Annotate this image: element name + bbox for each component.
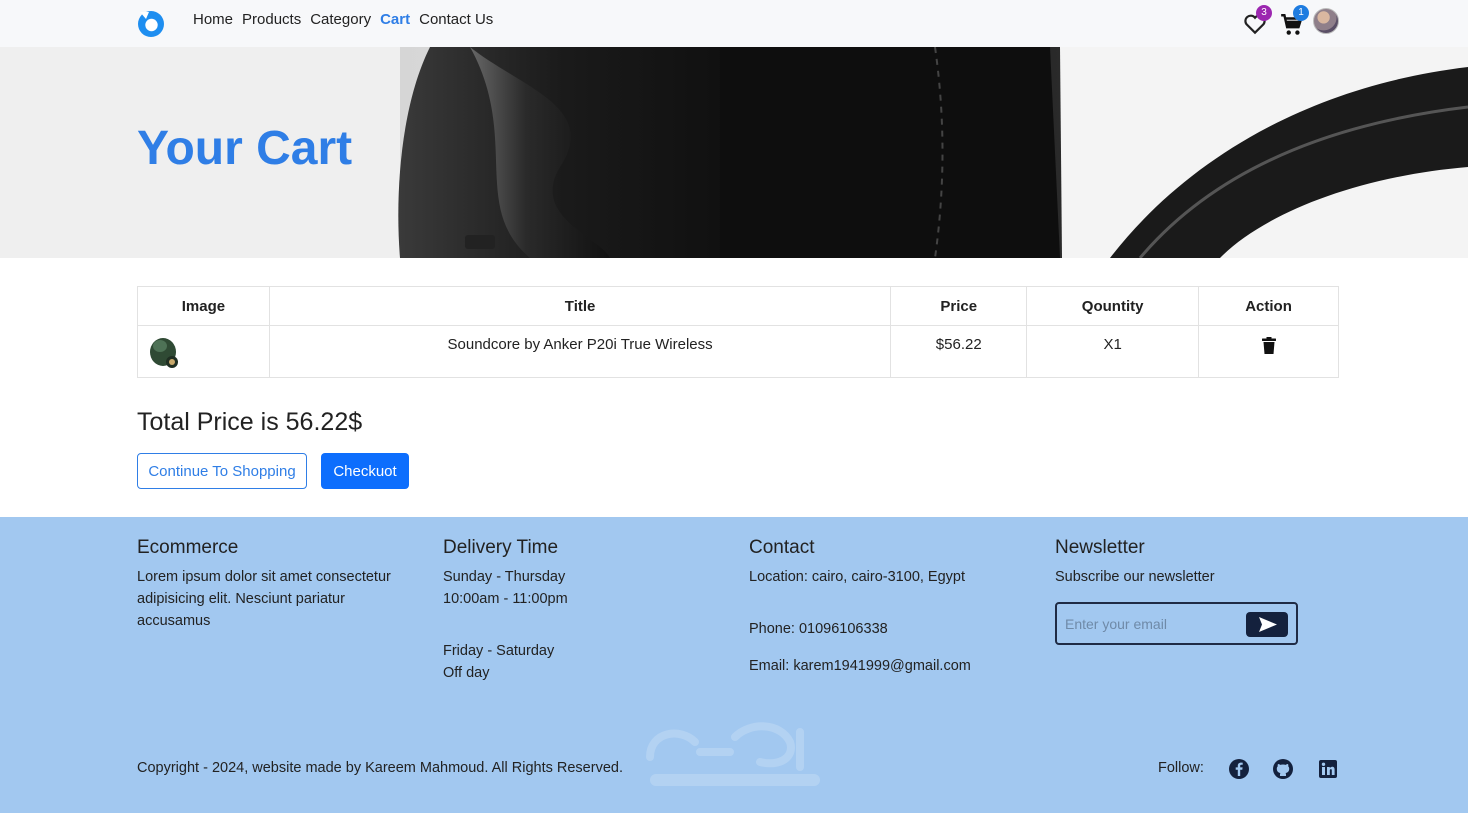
footer-delivery-title: Delivery Time	[443, 537, 559, 558]
nav-icons: 3 1	[1242, 5, 1342, 42]
header-quantity: Qountity	[1026, 286, 1200, 326]
footer-delivery: Delivery Time Sunday - Thursday 10:00am …	[443, 537, 703, 684]
footer-newsletter-title: Newsletter	[1055, 537, 1145, 558]
newsletter-send-button[interactable]	[1246, 612, 1288, 637]
header-price: Price	[890, 286, 1028, 326]
newsletter-email-input[interactable]	[1065, 613, 1235, 635]
checkout-button[interactable]: Checkuot	[321, 453, 409, 489]
follow-label: Follow:	[1158, 760, 1204, 776]
product-image-cell	[137, 325, 270, 378]
copyright-text: Copyright - 2024, website made by Kareem…	[137, 760, 623, 776]
contact-location: Location: cairo, cairo-3100, Egypt	[749, 569, 966, 585]
delivery-days-weekday: Sunday - Thursday	[443, 569, 566, 585]
nav-contact-us[interactable]: Contact Us	[419, 11, 493, 28]
github-icon[interactable]	[1272, 758, 1294, 780]
linkedin-icon[interactable]	[1317, 758, 1339, 780]
trash-icon[interactable]	[1261, 337, 1276, 354]
page-title: Your Cart	[137, 122, 353, 175]
delivery-hours-weekday: 10:00am - 11:00pm	[443, 591, 568, 607]
watermark-logo	[646, 722, 820, 786]
nav-cart[interactable]: Cart	[380, 11, 410, 28]
contact-phone: Phone: 01096106338	[749, 621, 888, 637]
delivery-hours-weekend: Off day	[443, 665, 490, 681]
table-row: Soundcore by Anker P20i True Wireless $5…	[137, 325, 1339, 378]
nav-products[interactable]: Products	[242, 11, 301, 28]
product-quantity: X1	[1026, 325, 1200, 378]
footer-contact-title: Contact	[749, 537, 815, 558]
avatar[interactable]	[1313, 8, 1339, 34]
delivery-days-weekend: Friday - Saturday	[443, 643, 555, 659]
nav-category[interactable]: Category	[310, 11, 371, 28]
nav-home[interactable]: Home	[193, 11, 233, 28]
product-price: $56.22	[890, 325, 1028, 378]
footer-about-text: Lorem ipsum dolor sit amet consectetur a…	[137, 569, 391, 629]
facebook-icon[interactable]	[1228, 758, 1250, 780]
total-price: Total Price is 56.22$	[137, 408, 363, 436]
newsletter-subtitle: Subscribe our newsletter	[1055, 569, 1215, 585]
footer-newsletter: Newsletter Subscribe our newsletter	[1055, 537, 1315, 588]
header-action: Action	[1198, 286, 1339, 326]
cart-badge: 1	[1293, 5, 1309, 21]
table-header-row: Image Title Price Qountity Action	[137, 286, 1339, 326]
footer-about: Ecommerce Lorem ipsum dolor sit amet con…	[137, 537, 412, 632]
logo-icon[interactable]	[136, 8, 166, 38]
product-title: Soundcore by Anker P20i True Wireless	[268, 325, 892, 378]
navbar: Home Products Category Cart Contact Us 3…	[0, 0, 1468, 47]
wishlist-badge: 3	[1256, 5, 1272, 21]
contact-email: Email: karem1941999@gmail.com	[749, 658, 971, 674]
newsletter-form	[1055, 602, 1298, 645]
continue-shopping-button[interactable]: Continue To Shopping	[137, 453, 307, 489]
footer: Ecommerce Lorem ipsum dolor sit amet con…	[0, 517, 1468, 813]
footer-about-title: Ecommerce	[137, 537, 239, 558]
product-image	[150, 338, 178, 368]
nav-links: Home Products Category Cart Contact Us	[193, 11, 502, 28]
send-icon	[1259, 617, 1277, 632]
action-cell	[1198, 325, 1339, 378]
hero-banner: Your Cart	[0, 47, 1468, 258]
cart-table: Image Title Price Qountity Action Soundc…	[137, 286, 1339, 378]
footer-contact: Contact Location: cairo, cairo-3100, Egy…	[749, 537, 1029, 677]
header-title: Title	[268, 286, 892, 326]
header-image: Image	[137, 286, 270, 326]
